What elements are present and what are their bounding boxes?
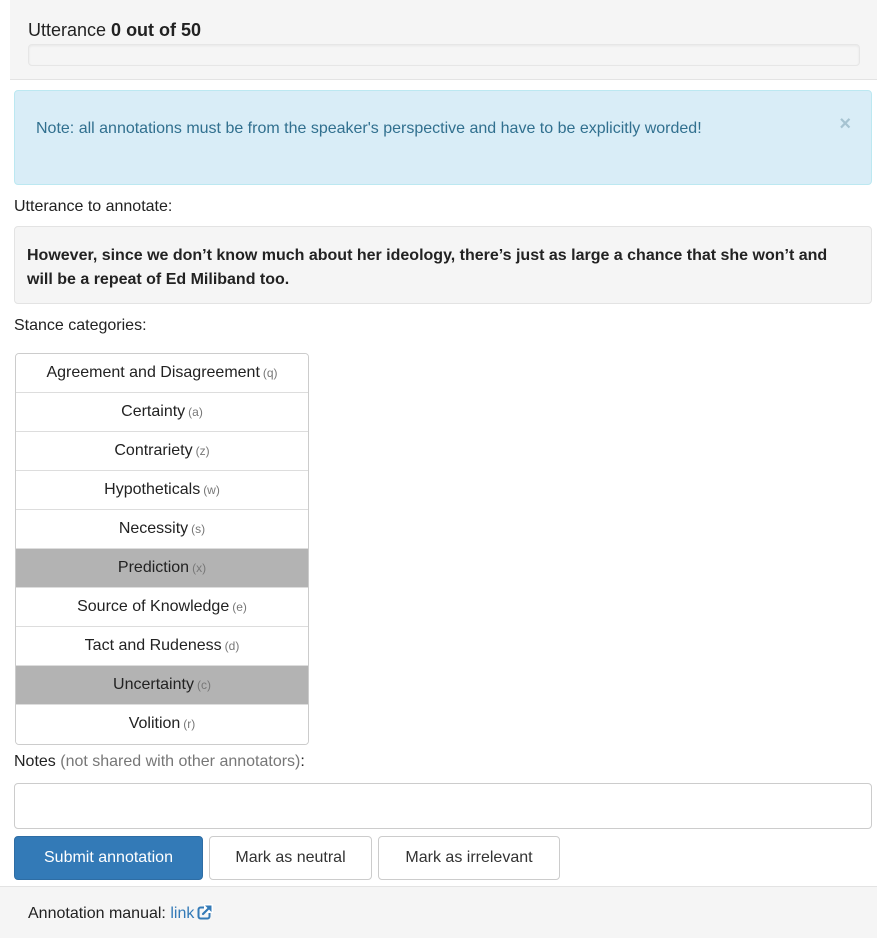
header-panel: Utterance 0 out of 50 xyxy=(10,0,877,80)
stance-item-label: Uncertainty xyxy=(113,676,194,693)
stance-shortcut-key: (e) xyxy=(232,600,247,614)
stance-item[interactable]: Hypotheticals (w) xyxy=(16,471,308,510)
stance-shortcut-key: (a) xyxy=(188,405,203,419)
submit-annotation-button[interactable]: Submit annotation xyxy=(14,836,203,880)
stance-shortcut-key: (s) xyxy=(191,522,206,536)
notes-label: Notes (not shared with other annotators)… xyxy=(14,753,305,771)
stance-item[interactable]: Tact and Rudeness (d) xyxy=(16,627,308,666)
stance-item[interactable]: Uncertainty (c) xyxy=(16,666,308,705)
stance-item-label: Contrariety xyxy=(114,442,193,459)
note-alert: Note: all annotations must be from the s… xyxy=(14,90,872,185)
stance-item-label: Tact and Rudeness xyxy=(84,637,222,654)
annotation-page: Utterance 0 out of 50 Note: all annotati… xyxy=(0,0,877,938)
footer: Annotation manual: link xyxy=(0,886,877,938)
close-icon[interactable]: × xyxy=(839,113,851,136)
stance-item-label: Volition xyxy=(128,715,181,732)
stance-shortcut-key: (z) xyxy=(195,444,210,458)
stance-item[interactable]: Prediction (x) xyxy=(16,549,308,588)
stance-item[interactable]: Volition (r) xyxy=(16,705,308,744)
stance-category-list: Agreement and Disagreement (q) Certainty (a… xyxy=(15,353,309,745)
manual-label: Annotation manual: xyxy=(28,905,171,922)
manual-link-text[interactable]: link xyxy=(170,905,194,922)
stance-label: Stance categories: xyxy=(14,317,147,334)
annotation-manual: Annotation manual: link xyxy=(28,904,214,925)
stance-item[interactable]: Source of Knowledge (e) xyxy=(16,588,308,627)
stance-item[interactable]: Agreement and Disagreement (q) xyxy=(16,354,308,393)
stance-item-label: Prediction xyxy=(117,559,190,576)
stance-item-label: Source of Knowledge xyxy=(77,598,230,615)
utterance-counter: Utterance 0 out of 50 xyxy=(28,20,201,41)
stance-item-label: Certainty xyxy=(121,403,186,420)
counter-total: 50 xyxy=(181,20,202,40)
notes-label-muted: (not shared with other annotators) xyxy=(55,753,301,770)
notes-field[interactable] xyxy=(14,783,872,829)
alert-text: Note: all annotations must be from the s… xyxy=(36,120,702,137)
stance-shortcut-key: (x) xyxy=(192,561,207,575)
external-link-icon[interactable] xyxy=(197,904,214,925)
mark-neutral-button[interactable]: Mark as neutral xyxy=(209,836,372,880)
counter-current: 0 xyxy=(111,20,122,40)
manual-link[interactable]: link xyxy=(170,904,214,925)
stance-shortcut-key: (q) xyxy=(262,366,278,380)
notes-label-colon: : xyxy=(300,753,305,770)
notes-label-main: Notes xyxy=(14,753,56,770)
progress-bar xyxy=(28,44,860,66)
stance-item[interactable]: Necessity (s) xyxy=(16,510,308,549)
stance-item-label: Hypotheticals xyxy=(104,481,201,498)
counter-middle: out of xyxy=(121,20,182,40)
counter-prefix: Utterance xyxy=(28,20,112,40)
stance-item-label: Agreement and Disagreement xyxy=(46,364,260,381)
utterance-text: However, since we don’t know much about … xyxy=(27,247,828,288)
stance-item[interactable]: Contrariety (z) xyxy=(16,432,308,471)
mark-irrelevant-button[interactable]: Mark as irrelevant xyxy=(378,836,560,880)
stance-item-label: Necessity xyxy=(118,520,189,537)
stance-shortcut-key: (c) xyxy=(196,678,211,692)
utterance-label: Utterance to annotate: xyxy=(14,198,173,215)
stance-shortcut-key: (d) xyxy=(224,639,240,653)
stance-item[interactable]: Certainty (a) xyxy=(16,393,308,432)
utterance-box: However, since we don’t know much about … xyxy=(14,226,872,304)
stance-shortcut-key: (w) xyxy=(203,483,220,497)
stance-shortcut-key: (r) xyxy=(183,717,196,731)
